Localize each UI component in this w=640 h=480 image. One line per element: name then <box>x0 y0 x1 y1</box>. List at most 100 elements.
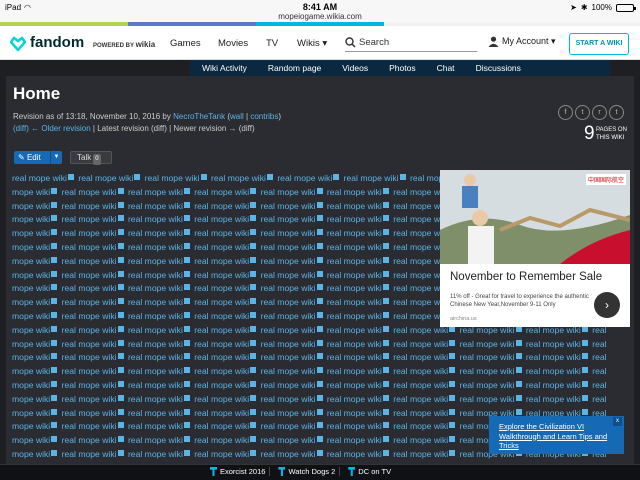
wiki-link[interactable]: real mope wiki <box>327 339 382 349</box>
nav-games[interactable]: Games <box>170 38 201 49</box>
revision-author-link[interactable]: NecroTheTank <box>173 112 225 121</box>
wiki-link[interactable]: real mope wiki <box>128 394 183 404</box>
tab-chat[interactable]: Chat <box>437 63 455 73</box>
wiki-link[interactable]: real mope wiki <box>526 339 581 349</box>
wiki-link[interactable]: real mope wiki <box>393 352 448 362</box>
tab-wiki-activity[interactable]: Wiki Activity <box>202 63 247 73</box>
nav-movies[interactable]: Movies <box>218 38 248 49</box>
wiki-link[interactable]: real mope wiki <box>261 408 316 418</box>
older-revision-link[interactable]: ← Older revision <box>31 124 91 133</box>
wiki-link[interactable]: real mope wiki <box>128 408 183 418</box>
wiki-link[interactable]: real mope wiki <box>327 297 382 307</box>
contribs-link[interactable]: contribs <box>250 112 278 121</box>
wiki-link[interactable]: real mope wiki <box>327 380 382 390</box>
close-icon[interactable]: x <box>613 417 622 426</box>
tab-random-page[interactable]: Random page <box>268 63 321 73</box>
reddit-icon[interactable]: r <box>592 105 607 120</box>
wiki-link[interactable]: real mope wiki <box>62 201 117 211</box>
wiki-link[interactable]: real mope wiki <box>344 173 399 183</box>
wiki-link[interactable]: real mope wiki <box>327 256 382 266</box>
wiki-link[interactable]: real mope wiki <box>261 201 316 211</box>
wiki-link[interactable]: real mope wiki <box>261 256 316 266</box>
wiki-link[interactable]: real mope wiki <box>327 283 382 293</box>
facebook-icon[interactable]: f <box>558 105 573 120</box>
wiki-link[interactable]: real mope wiki <box>194 449 249 459</box>
wiki-link[interactable]: real mope wiki <box>261 325 316 335</box>
wiki-link[interactable]: real mope wiki <box>194 311 249 321</box>
wiki-link[interactable]: real mope wiki <box>194 325 249 335</box>
wiki-link[interactable]: real mope wiki <box>194 421 249 431</box>
wiki-link[interactable]: real mope wiki <box>62 283 117 293</box>
wiki-link[interactable]: real mope wiki <box>62 214 117 224</box>
wiki-link[interactable]: real mope wiki <box>62 435 117 445</box>
wiki-link[interactable]: real mope wiki <box>393 366 448 376</box>
wiki-link[interactable]: real mope wiki <box>327 366 382 376</box>
wiki-link[interactable]: real mope wiki <box>261 366 316 376</box>
wiki-link[interactable]: real mope wiki <box>526 366 581 376</box>
start-a-wiki-button[interactable]: START A WIKI <box>569 33 629 55</box>
bottom-link-exorcist[interactable]: Exorcist 2016 <box>206 467 271 476</box>
wiki-link[interactable]: real mope wiki <box>62 421 117 431</box>
wiki-link[interactable]: real mope wiki <box>327 408 382 418</box>
wiki-link[interactable]: real mope wiki <box>194 394 249 404</box>
wiki-link[interactable]: real mope wiki <box>261 449 316 459</box>
edit-button[interactable]: ✎ Edit ▼ <box>14 151 62 164</box>
wiki-link[interactable]: real mope wiki <box>194 297 249 307</box>
wiki-link[interactable]: real mope wiki <box>327 352 382 362</box>
wiki-link[interactable]: real mope wiki <box>526 352 581 362</box>
wiki-link[interactable]: real mope wiki <box>62 366 117 376</box>
wiki-link[interactable]: real mope wiki <box>62 352 117 362</box>
tab-photos[interactable]: Photos <box>389 63 415 73</box>
wiki-link[interactable]: real mope wiki <box>128 380 183 390</box>
wiki-link[interactable]: real mope wiki <box>194 283 249 293</box>
wiki-link[interactable]: real mope wiki <box>128 366 183 376</box>
promo-box[interactable]: Explore the Civilization VI Walkthrough … <box>489 416 624 454</box>
wiki-link[interactable]: real mope wiki <box>261 270 316 280</box>
wiki-link[interactable]: real mope wiki <box>393 380 448 390</box>
wiki-link[interactable]: real mope wiki <box>194 201 249 211</box>
wiki-link[interactable]: real mope wiki <box>393 435 448 445</box>
wiki-link[interactable]: real mope wiki <box>128 242 183 252</box>
wiki-link[interactable]: real mope wiki <box>277 173 332 183</box>
wiki-link[interactable]: real mope wiki <box>327 270 382 280</box>
wiki-link[interactable]: real mope wiki <box>62 394 117 404</box>
wiki-link[interactable]: real mope wiki <box>261 283 316 293</box>
wiki-link[interactable]: real mope wiki <box>128 339 183 349</box>
wiki-link[interactable]: real mope wiki <box>62 449 117 459</box>
advertisement[interactable]: 中国国际航空 November to Remember Sale 11% off… <box>440 170 630 327</box>
wiki-link[interactable]: real mope wiki <box>194 214 249 224</box>
wiki-link[interactable]: real mope wiki <box>78 173 133 183</box>
wiki-link[interactable]: real mope wiki <box>261 339 316 349</box>
wiki-link[interactable]: real mope wiki <box>261 214 316 224</box>
wiki-link[interactable]: real mope wiki <box>62 339 117 349</box>
wiki-link[interactable]: real mope wiki <box>128 435 183 445</box>
tumblr-icon[interactable]: t <box>609 105 624 120</box>
wiki-link[interactable]: real mope wiki <box>194 352 249 362</box>
wiki-link[interactable]: real mope wiki <box>327 325 382 335</box>
wiki-link[interactable]: real mope wiki <box>261 435 316 445</box>
wiki-link[interactable]: real mope wiki <box>327 242 382 252</box>
wiki-link[interactable]: real mope wiki <box>261 352 316 362</box>
wiki-link[interactable]: real mope wiki <box>261 242 316 252</box>
wiki-link[interactable]: real mope wiki <box>393 449 448 459</box>
wall-link[interactable]: wall <box>230 112 244 121</box>
wiki-link[interactable]: real mope wiki <box>393 339 448 349</box>
wiki-link[interactable]: real mope wiki <box>62 408 117 418</box>
wiki-link[interactable]: real mope wiki <box>62 297 117 307</box>
wiki-link[interactable]: real mope wiki <box>128 187 183 197</box>
bottom-link-dc-on-tv[interactable]: DC on TV <box>344 467 395 476</box>
tab-videos[interactable]: Videos <box>342 63 368 73</box>
wiki-link[interactable]: real mope wiki <box>128 352 183 362</box>
wiki-link[interactable]: real mope wiki <box>128 311 183 321</box>
twitter-icon[interactable]: t <box>575 105 590 120</box>
wiki-link[interactable]: real mope wiki <box>327 201 382 211</box>
wiki-link[interactable]: real mope wiki <box>62 325 117 335</box>
nav-wikis[interactable]: Wikis ▾ <box>297 38 327 49</box>
wiki-link[interactable]: real mope wiki <box>327 435 382 445</box>
ad-headline[interactable]: November to Remember Sale <box>450 271 602 283</box>
wiki-link[interactable]: real mope wiki <box>62 242 117 252</box>
wiki-link[interactable]: real mope wiki <box>261 394 316 404</box>
wiki-link[interactable]: real mope wiki <box>261 380 316 390</box>
wiki-link[interactable]: real mope wiki <box>460 380 515 390</box>
wiki-link[interactable]: real mope wiki <box>128 201 183 211</box>
